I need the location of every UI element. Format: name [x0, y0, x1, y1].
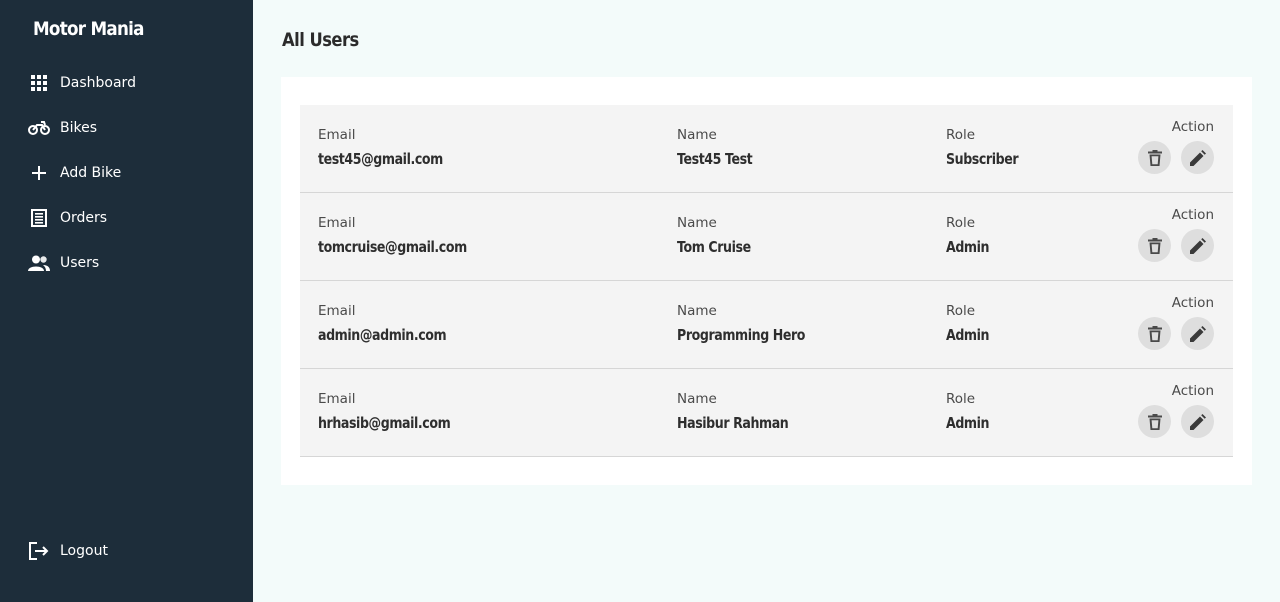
sidebar-item-label: Users — [60, 254, 100, 271]
edit-button[interactable] — [1181, 141, 1214, 174]
sidebar-logout: Logout — [0, 528, 253, 573]
users-icon — [28, 252, 50, 274]
sidebar-item-users[interactable]: Users — [0, 240, 253, 285]
email-header: Email — [318, 127, 356, 143]
table-row: Email tomcruise@gmail.com Name Tom Cruis… — [300, 193, 1233, 281]
role-header: Role — [946, 215, 976, 231]
role-cell: Role Admin — [946, 303, 997, 344]
name-value: Programming Hero — [677, 326, 806, 344]
sidebar-nav: Dashboard Bikes Add Bike Orders Users — [0, 60, 253, 285]
sidebar-item-add-bike[interactable]: Add Bike — [0, 150, 253, 195]
email-header: Email — [318, 391, 356, 407]
sidebar-item-label: Add Bike — [60, 164, 122, 181]
name-value: Hasibur Rahman — [677, 414, 789, 432]
email-value: test45@gmail.com — [318, 150, 443, 168]
role-value: Admin — [946, 414, 990, 432]
name-header: Name — [677, 391, 717, 407]
role-value: Admin — [946, 238, 990, 256]
name-cell: Name Test45 Test — [677, 127, 767, 168]
delete-button[interactable] — [1138, 229, 1171, 262]
table-row: Email test45@gmail.com Name Test45 Test … — [300, 105, 1233, 193]
table-row: Email hrhasib@gmail.com Name Hasibur Rah… — [300, 369, 1233, 457]
receipt-icon — [28, 207, 50, 229]
edit-button[interactable] — [1181, 317, 1214, 350]
action-header: Action — [1171, 119, 1214, 135]
email-cell: Email admin@admin.com — [318, 303, 471, 344]
email-value: admin@admin.com — [318, 326, 447, 344]
action-header: Action — [1171, 383, 1214, 399]
table-row: Email admin@admin.com Name Programming H… — [300, 281, 1233, 369]
action-cell: Action — [1134, 119, 1214, 174]
email-header: Email — [318, 215, 356, 231]
sidebar-item-dashboard[interactable]: Dashboard — [0, 60, 253, 105]
name-cell: Name Tom Cruise — [677, 215, 765, 256]
trash-icon — [1147, 413, 1162, 430]
delete-button[interactable] — [1138, 405, 1171, 438]
trash-icon — [1147, 325, 1162, 342]
name-value: Test45 Test — [677, 150, 753, 168]
logout-button[interactable]: Logout — [0, 528, 253, 573]
name-header: Name — [677, 127, 717, 143]
name-value: Tom Cruise — [677, 238, 751, 256]
delete-button[interactable] — [1138, 141, 1171, 174]
role-value: Admin — [946, 326, 990, 344]
sidebar-item-label: Bikes — [60, 119, 98, 136]
sidebar: Motor Mania Dashboard Bikes Add Bike Ord… — [0, 0, 253, 602]
dashboard-grid-icon — [28, 72, 50, 94]
role-header: Role — [946, 303, 976, 319]
pencil-icon — [1189, 237, 1206, 254]
users-table: Email test45@gmail.com Name Test45 Test … — [300, 105, 1233, 457]
pencil-icon — [1189, 325, 1206, 342]
sidebar-item-label: Dashboard — [60, 74, 136, 91]
sidebar-item-label: Orders — [60, 209, 108, 226]
page-title: All Users — [282, 29, 359, 51]
plus-icon — [28, 162, 50, 184]
action-cell: Action — [1134, 383, 1214, 438]
users-table-card: Email test45@gmail.com Name Test45 Test … — [281, 77, 1252, 485]
pencil-icon — [1189, 413, 1206, 430]
role-cell: Role Admin — [946, 215, 997, 256]
role-cell: Role Subscriber — [946, 127, 1032, 168]
name-header: Name — [677, 303, 717, 319]
delete-button[interactable] — [1138, 317, 1171, 350]
edit-button[interactable] — [1181, 229, 1214, 262]
role-header: Role — [946, 391, 976, 407]
role-header: Role — [946, 127, 976, 143]
action-cell: Action — [1134, 295, 1214, 350]
sidebar-item-bikes[interactable]: Bikes — [0, 105, 253, 150]
email-header: Email — [318, 303, 356, 319]
email-value: hrhasib@gmail.com — [318, 414, 451, 432]
pencil-icon — [1189, 149, 1206, 166]
trash-icon — [1147, 237, 1162, 254]
role-value: Subscriber — [946, 150, 1019, 168]
email-value: tomcruise@gmail.com — [318, 238, 467, 256]
logout-label: Logout — [60, 542, 108, 559]
sidebar-item-orders[interactable]: Orders — [0, 195, 253, 240]
action-header: Action — [1171, 207, 1214, 223]
logout-icon — [28, 540, 50, 562]
name-header: Name — [677, 215, 717, 231]
action-cell: Action — [1134, 207, 1214, 262]
name-cell: Name Hasibur Rahman — [677, 391, 810, 432]
action-header: Action — [1171, 295, 1214, 311]
email-cell: Email hrhasib@gmail.com — [318, 391, 475, 432]
brand-logo[interactable]: Motor Mania — [33, 18, 144, 40]
role-cell: Role Admin — [946, 391, 997, 432]
email-cell: Email tomcruise@gmail.com — [318, 215, 495, 256]
edit-button[interactable] — [1181, 405, 1214, 438]
name-cell: Name Programming Hero — [677, 303, 829, 344]
email-cell: Email test45@gmail.com — [318, 127, 467, 168]
trash-icon — [1147, 149, 1162, 166]
motorcycle-icon — [28, 117, 50, 139]
